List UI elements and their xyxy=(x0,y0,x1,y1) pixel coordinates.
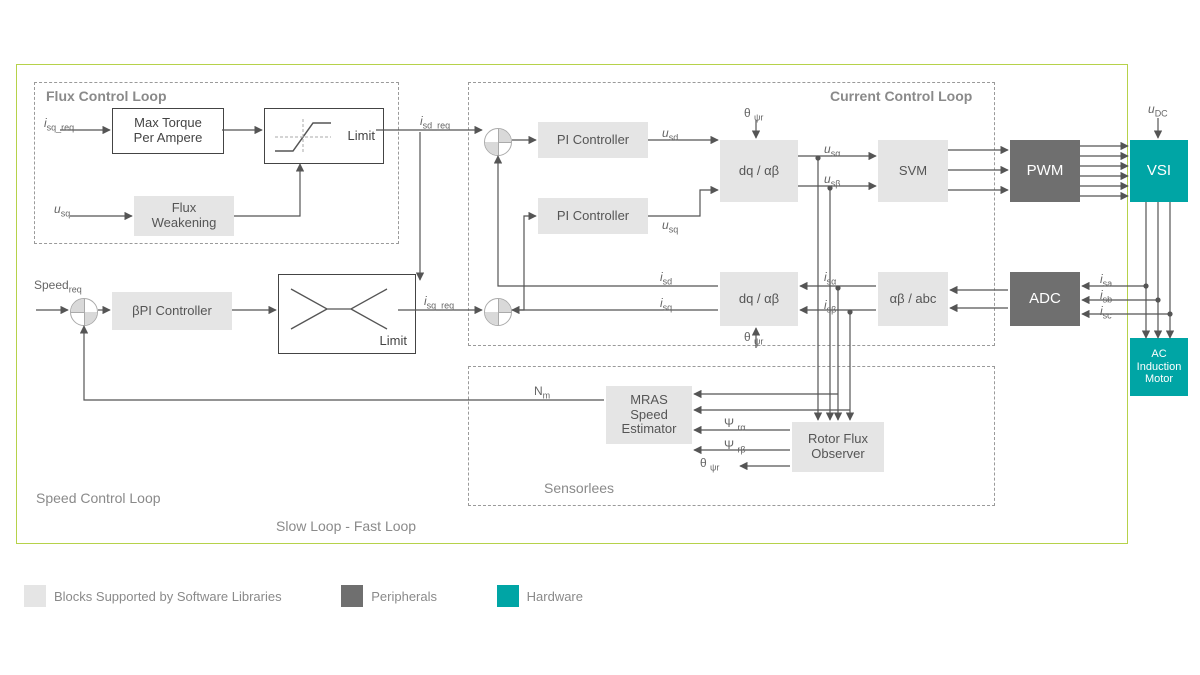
sig-usq: usq xyxy=(662,218,678,234)
mras-block: MRAS Speed Estimator xyxy=(606,386,692,444)
sig-theta2: θ ψr xyxy=(744,330,763,346)
svm-block: SVM xyxy=(878,140,948,202)
limit2-label: Limit xyxy=(380,334,407,349)
sum-q xyxy=(484,298,512,326)
legend-per: Peripherals xyxy=(371,589,437,604)
sig-psirb: Ψ rβ xyxy=(724,438,746,454)
acm-block: AC Induction Motor xyxy=(1130,338,1188,396)
sig-udc: uDC xyxy=(1148,102,1168,118)
sig-usd: usd xyxy=(662,126,678,142)
sig-isq: isq xyxy=(660,296,672,312)
sig-psira: Ψ rα xyxy=(724,416,746,432)
pwm-block: PWM xyxy=(1010,140,1080,202)
vsi-block: VSI xyxy=(1130,140,1188,202)
adc-block: ADC xyxy=(1010,272,1080,326)
legend-swatch-sw xyxy=(24,585,46,607)
fluxweak-block: Flux Weakening xyxy=(134,196,234,236)
abab-block: αβ / abc xyxy=(878,272,948,326)
pi1-block: PI Controller xyxy=(538,122,648,158)
sig-isq-req: isq_req xyxy=(424,294,454,310)
sig-usb: usβ xyxy=(824,172,840,188)
sum-d xyxy=(484,128,512,156)
sig-nm: Nm xyxy=(534,384,550,400)
limit2-block: Limit xyxy=(278,274,416,354)
dqab1-block: dq / αβ xyxy=(720,140,798,202)
dqab2-block: dq / αβ xyxy=(720,272,798,326)
sig-isd: isd xyxy=(660,270,672,286)
limit-block: Limit xyxy=(264,108,384,164)
mtpa-block: Max Torque Per Ampere xyxy=(112,108,224,154)
slowfast-label: Slow Loop - Fast Loop xyxy=(276,518,416,534)
sig-theta3: θ ψr xyxy=(700,456,719,472)
sig-usa: usα xyxy=(824,142,840,158)
legend-sw: Blocks Supported by Software Libraries xyxy=(54,589,282,604)
pi2-block: PI Controller xyxy=(538,198,648,234)
sig-isq-req-in: isq_req xyxy=(44,116,74,132)
current-section-label: Current Control Loop xyxy=(830,88,972,104)
sum-speed xyxy=(70,298,98,326)
sig-isb: isβ xyxy=(824,298,836,314)
legend-swatch-per xyxy=(341,585,363,607)
sig-isb-p: isb xyxy=(1100,288,1112,304)
sensorless-section-label: Sensorlees xyxy=(544,480,614,496)
bpi-block: βPI Controller xyxy=(112,292,232,330)
sig-usq-in: usq xyxy=(54,202,70,218)
legend: Blocks Supported by Software Libraries P… xyxy=(24,585,639,610)
speed-section-label: Speed Control Loop xyxy=(36,490,161,506)
flux-section-label: Flux Control Loop xyxy=(46,88,167,104)
sig-theta1: θ ψr xyxy=(744,106,763,122)
limit-label: Limit xyxy=(348,129,375,144)
sig-isd-req: isd_req xyxy=(420,114,450,130)
rfo-block: Rotor Flux Observer xyxy=(792,422,884,472)
legend-swatch-hw xyxy=(497,585,519,607)
legend-hw: Hardware xyxy=(527,589,583,604)
sig-speed-req: Speedreq xyxy=(34,278,82,294)
sig-isc-p: isc xyxy=(1100,304,1112,320)
sig-isa: isα xyxy=(824,270,836,286)
sig-isa-p: isa xyxy=(1100,272,1112,288)
